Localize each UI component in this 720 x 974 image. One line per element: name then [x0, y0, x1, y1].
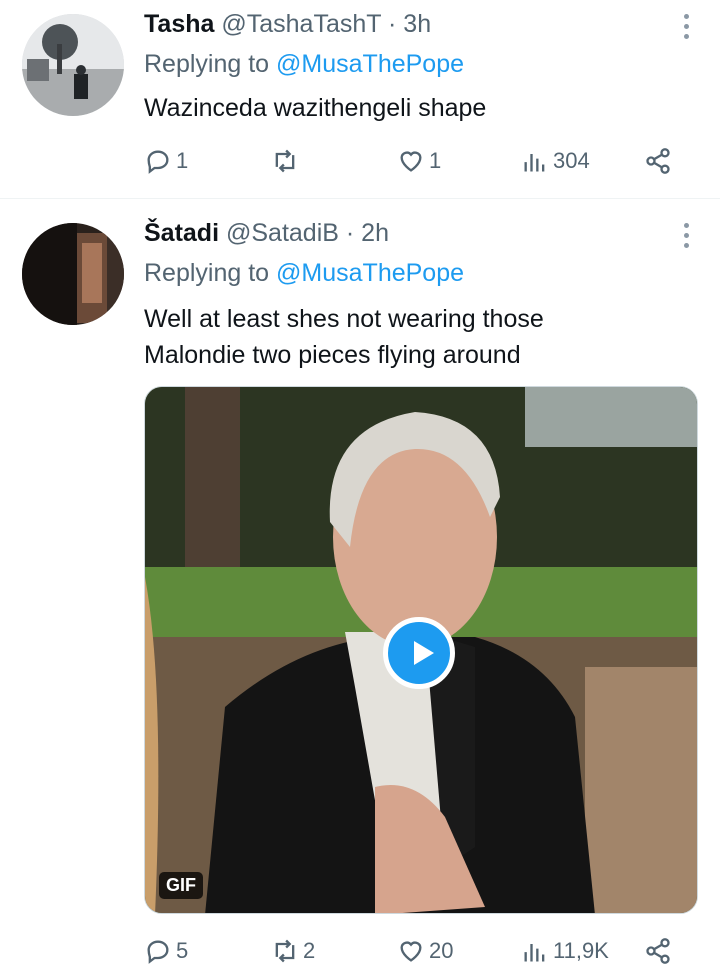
mention-link[interactable]: @MusaThePope — [276, 259, 464, 287]
more-icon[interactable] — [682, 223, 690, 253]
views-icon — [524, 944, 545, 962]
user-handle[interactable]: @TashaTashT — [221, 10, 381, 38]
tweet-text-line: Well at least shes not wearing those — [144, 305, 544, 333]
view-count: 304 — [553, 148, 590, 173]
like-button[interactable]: 1 — [397, 143, 441, 179]
action-bar: 5 2 20 11,9K — [144, 933, 684, 969]
like-button[interactable]: 20 — [397, 933, 453, 969]
timestamp[interactable]: · 2h — [346, 219, 389, 247]
reply-icon — [147, 150, 169, 174]
action-bar: 1 1 304 — [144, 143, 684, 179]
replying-prefix: Replying to — [144, 259, 270, 287]
play-icon — [414, 641, 434, 665]
display-name[interactable]: Tasha — [144, 10, 214, 38]
timestamp[interactable]: · 3h — [388, 10, 431, 38]
replying-to: Replying to @MusaThePope — [144, 50, 464, 79]
reply-button[interactable]: 5 — [144, 933, 188, 969]
retweet-icon — [275, 149, 295, 173]
reply-button[interactable]: 1 — [144, 143, 188, 179]
views-icon — [524, 154, 545, 172]
user-handle[interactable]: @SatadiB — [226, 219, 339, 247]
replying-to: Replying to @MusaThePope — [144, 259, 464, 288]
reply-count: 1 — [176, 148, 189, 173]
display-name[interactable]: Šatadi — [144, 219, 219, 247]
gif-badge: GIF — [159, 872, 203, 899]
tweet-text: Wazinceda wazithengeli shape — [144, 90, 486, 126]
like-count: 1 — [429, 148, 442, 173]
tweet-text: Well at least shes not wearing those Mal… — [144, 301, 544, 373]
tweet-1[interactable]: Tasha @TashaTashT · 3h Replying to @Musa… — [0, 0, 720, 198]
retweet-button[interactable] — [271, 143, 303, 179]
retweet-icon — [275, 939, 295, 963]
like-icon — [400, 151, 422, 172]
replying-prefix: Replying to — [144, 50, 270, 78]
avatar[interactable] — [22, 14, 124, 116]
gif-media[interactable]: GIF — [144, 386, 698, 914]
reply-count: 5 — [176, 938, 189, 963]
share-icon — [646, 148, 670, 174]
tweet-text-line: Malondie two pieces flying around — [144, 341, 521, 369]
like-count: 20 — [429, 938, 454, 963]
avatar[interactable] — [22, 223, 124, 325]
tweet-text-line: Wazinceda wazithengeli shape — [144, 94, 487, 122]
share-button[interactable] — [644, 143, 676, 179]
more-icon[interactable] — [682, 14, 690, 44]
views-button[interactable]: 11,9K — [521, 933, 609, 969]
share-icon — [646, 938, 670, 964]
views-button[interactable]: 304 — [521, 143, 590, 179]
retweet-button[interactable]: 2 — [271, 933, 315, 969]
like-icon — [400, 941, 422, 962]
view-count: 11,9K — [553, 938, 609, 963]
retweet-count: 2 — [303, 938, 316, 963]
mention-link[interactable]: @MusaThePope — [276, 50, 464, 78]
share-button[interactable] — [644, 933, 676, 969]
play-button[interactable] — [383, 617, 455, 689]
reply-icon — [147, 940, 169, 964]
